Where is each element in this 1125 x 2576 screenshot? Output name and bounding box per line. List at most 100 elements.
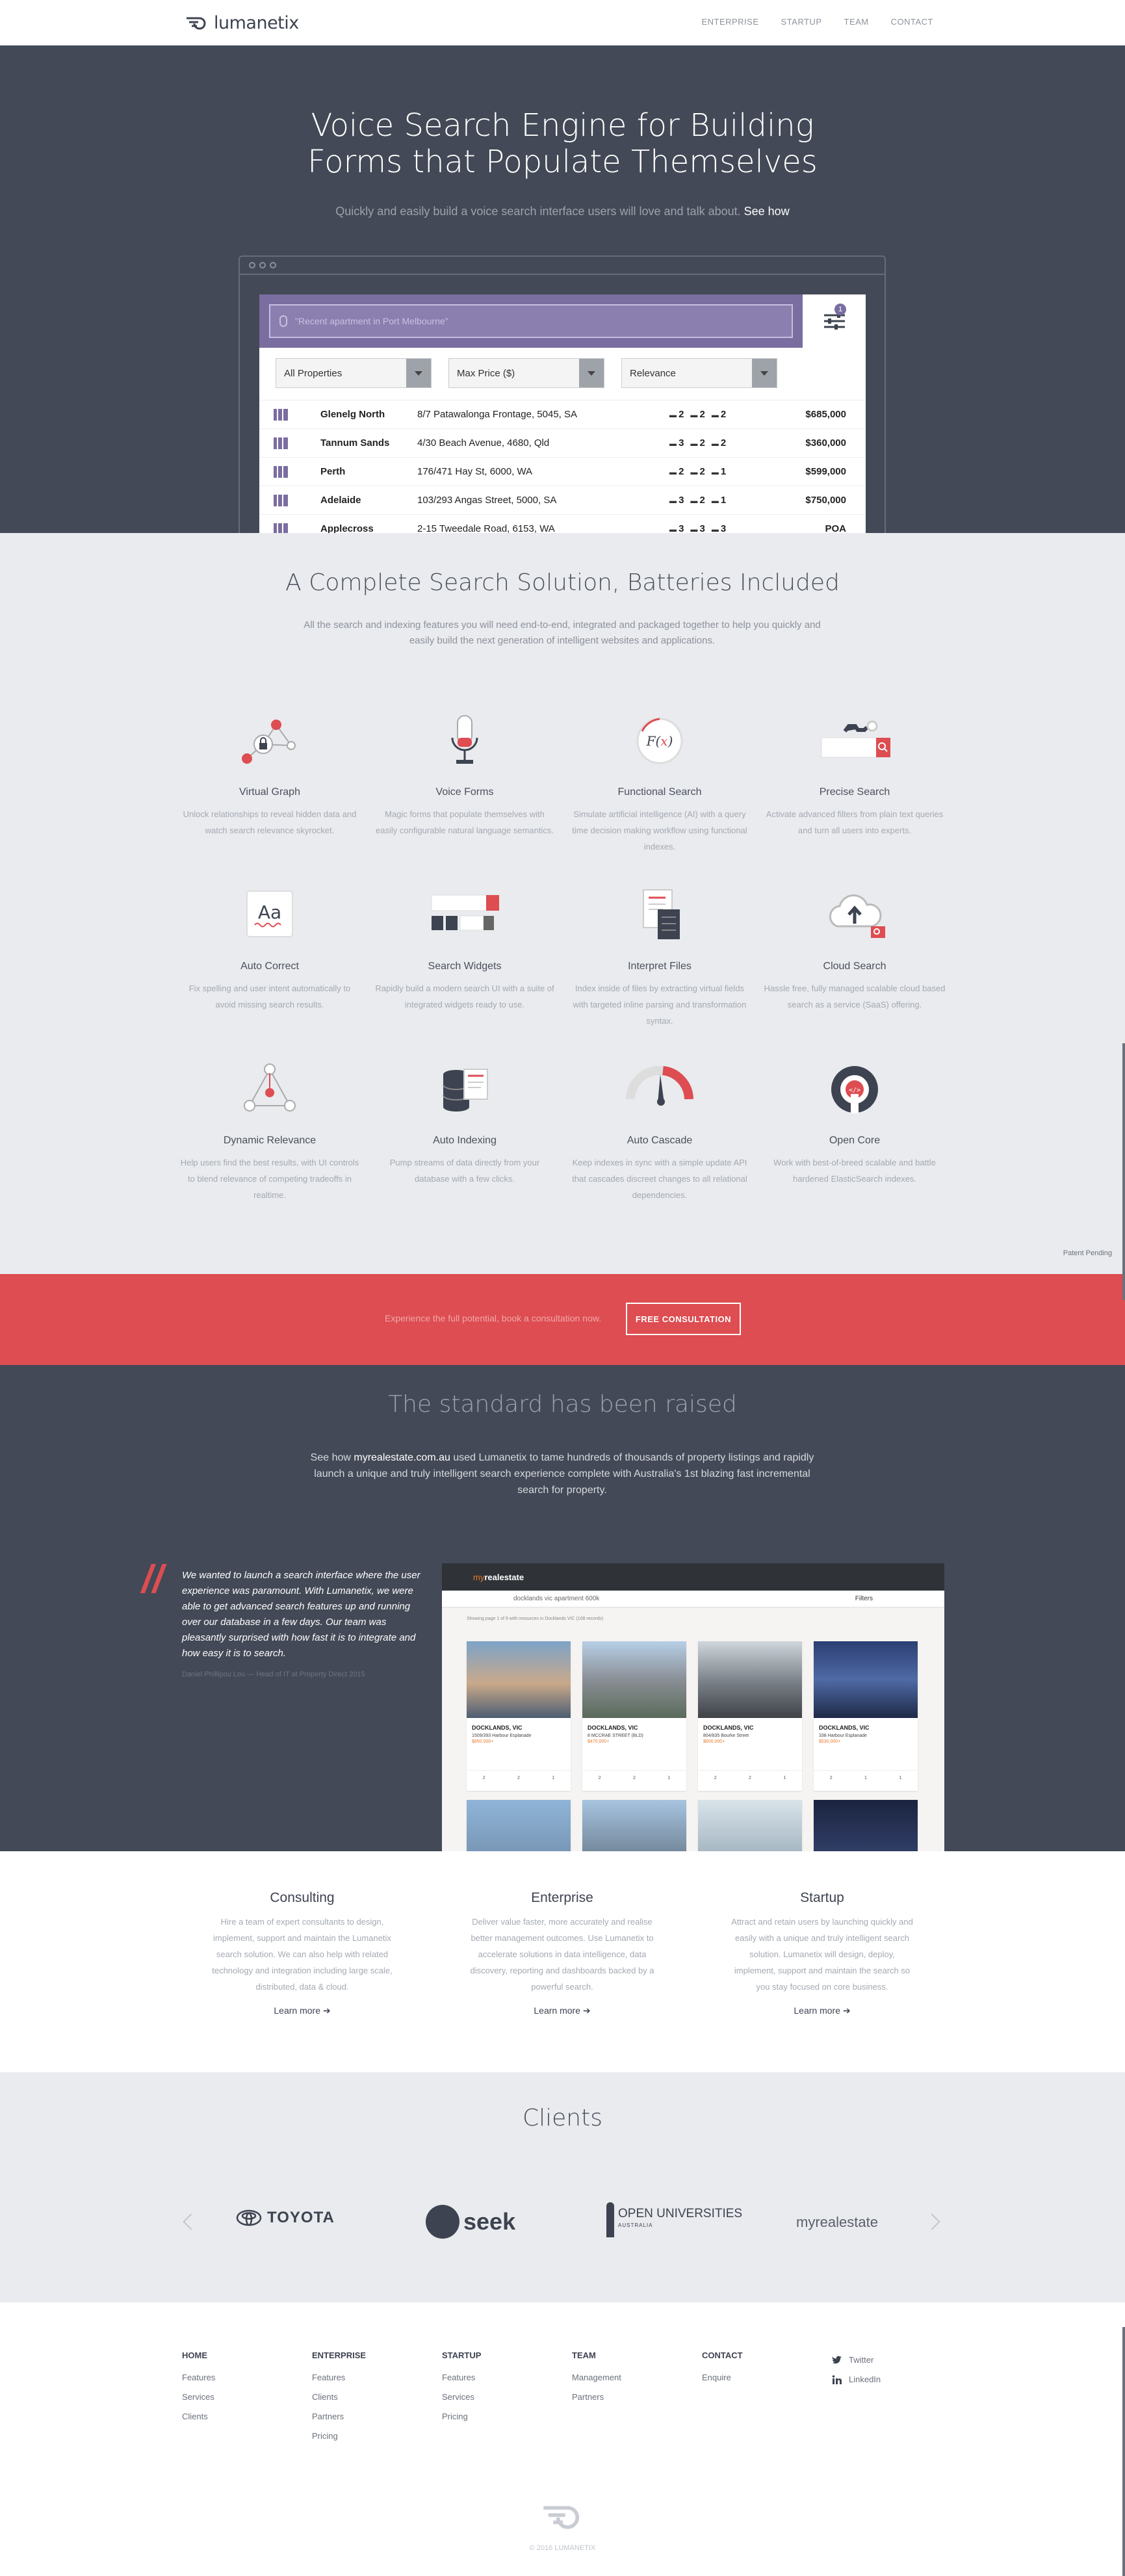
service-enterprise: Enterprise Deliver value faster, more ac… — [468, 1890, 656, 2016]
client-subname: AUSTRALIA — [618, 2222, 653, 2228]
footer-link[interactable]: Features — [312, 2368, 366, 2387]
svg-text:</>: </> — [849, 1087, 860, 1094]
listing-row[interactable]: Glenelg North 8/7 Patawalonga Frontage, … — [259, 400, 866, 428]
footer-link[interactable]: Clients — [182, 2407, 215, 2426]
case-study-description: See how myrealestate.com.au used Lumanet… — [302, 1450, 822, 1498]
voice-search-input[interactable]: "Recent apartment in Port Melbourne" — [269, 304, 793, 338]
listing-price: $750,000 — [805, 495, 846, 506]
shot-listing-card: DOCKLANDS, VIC 338 Harbour Esplanade $53… — [814, 1641, 918, 1791]
listing-row[interactable]: Applecross 2-15 Tweedale Road, 6153, WA … — [259, 514, 866, 533]
carousel-next-icon[interactable] — [924, 2213, 940, 2230]
shot-listing-card — [582, 1800, 686, 1851]
footer-link[interactable]: Partners — [312, 2407, 366, 2426]
footer-link[interactable]: Clients — [312, 2387, 366, 2407]
service-description: Hire a team of expert consultants to des… — [212, 1917, 393, 1992]
nav-link-startup[interactable]: STARTUP — [781, 17, 822, 27]
chevron-down-icon — [752, 359, 777, 387]
service-description: Deliver value faster, more accurately an… — [470, 1917, 654, 1992]
files-icon — [643, 889, 680, 939]
brand-logo[interactable]: lumanetix — [185, 13, 299, 33]
footer-link[interactable]: Partners — [572, 2387, 621, 2407]
hero-subtitle-text: Quickly and easily build a voice search … — [335, 205, 741, 218]
car-count: 1 — [783, 1776, 786, 1780]
building-icon — [274, 437, 288, 449]
scrollbar-thumb[interactable] — [1122, 1043, 1125, 1300]
building-icon — [274, 408, 288, 421]
filters-button[interactable]: 1 — [803, 294, 866, 348]
listing-row[interactable]: Tannum Sands 4/30 Beach Avenue, 4680, Ql… — [259, 428, 866, 457]
listing-row[interactable]: Perth 176/471 Hay St, 6000, WA 221 $599,… — [259, 457, 866, 486]
footer-link[interactable]: Services — [442, 2387, 481, 2407]
footer-col-enterprise: ENTERPRISE Features Clients Partners Pri… — [312, 2350, 366, 2446]
footer-col-heading[interactable]: CONTACT — [702, 2350, 743, 2360]
card-address: 338 Harbour Esplanade — [819, 1734, 867, 1738]
carousel-prev-icon[interactable] — [183, 2213, 200, 2230]
client-logo-seek: seek — [426, 2205, 515, 2239]
scrollbar-thumb[interactable] — [1122, 2327, 1125, 2576]
microphone-icon[interactable] — [279, 315, 287, 327]
feature-title: Open Core — [829, 1135, 881, 1146]
max-price-select[interactable]: Max Price ($) — [448, 358, 604, 388]
property-type-select[interactable]: All Properties — [276, 358, 432, 388]
myrealestate-link[interactable]: myrealestate.com.au — [354, 1452, 450, 1463]
listing-photo — [814, 1800, 918, 1851]
footer-link[interactable]: Features — [442, 2368, 481, 2387]
hero-section: Voice Search Engine for Building Forms t… — [0, 46, 1125, 533]
feature-interpret-files: Interpret Files Index inside of files by… — [569, 886, 751, 1029]
footer-col-heading[interactable]: HOME — [182, 2350, 215, 2360]
select-value: Relevance — [630, 367, 676, 379]
feature-description: Keep indexes in sync with a simple updat… — [572, 1158, 747, 1200]
footer-link[interactable]: Pricing — [312, 2426, 366, 2446]
filter-count-badge: 1 — [834, 304, 846, 315]
footer-link[interactable]: Features — [182, 2368, 215, 2387]
footer-link[interactable]: Enquire — [702, 2368, 743, 2387]
footer-link[interactable]: Pricing — [442, 2407, 481, 2426]
svg-text:F(x): F(x) — [646, 733, 673, 749]
card-title: DOCKLANDS, VIC — [703, 1724, 754, 1731]
listing-price: $599,000 — [805, 466, 846, 477]
free-consultation-button[interactable]: FREE CONSULTATION — [626, 1303, 741, 1335]
footer-logo-icon — [543, 2506, 580, 2529]
features-description: All the search and indexing features you… — [304, 619, 821, 646]
feature-description: Hassle free, fully managed scalable clou… — [764, 983, 946, 1009]
card-price: $530,000+ — [819, 1739, 841, 1744]
nav-link-team[interactable]: TEAM — [844, 17, 869, 27]
shot-query: docklands vic apartment 600k — [513, 1595, 600, 1602]
building-icon — [274, 494, 288, 506]
see-how-link[interactable]: See how — [744, 205, 790, 218]
nav-link-contact[interactable]: CONTACT — [891, 17, 933, 27]
car-count: 1 — [552, 1776, 555, 1780]
footer-col-heading[interactable]: STARTUP — [442, 2350, 481, 2360]
voice-search-bar: "Recent apartment in Port Melbourne" — [259, 294, 803, 348]
listing-photo — [698, 1641, 802, 1718]
learn-more-link[interactable]: Learn more ➔ — [728, 2005, 916, 2016]
listing-features: 333 — [669, 523, 726, 533]
footer-link[interactable]: Management — [572, 2368, 621, 2387]
learn-more-link[interactable]: Learn more ➔ — [468, 2005, 656, 2016]
feature-precise-search: Precise Search Activate advanced filters… — [764, 712, 946, 839]
car-count: 3 — [712, 523, 726, 533]
listing-row[interactable]: Adelaide 103/293 Angas Street, 5000, SA … — [259, 486, 866, 514]
building-icon — [274, 523, 288, 533]
features-section: A Complete Search Solution, Batteries In… — [0, 533, 1125, 1274]
footer-social: Twitter LinkedIn — [832, 2350, 881, 2389]
arrow-right-icon: ➔ — [842, 2005, 851, 2016]
card-features: 2 2 1 — [698, 1770, 802, 1786]
car-count: 1 — [667, 1776, 671, 1780]
learn-more-link[interactable]: Learn more ➔ — [208, 2005, 396, 2016]
nav-link-enterprise[interactable]: ENTERPRISE — [701, 17, 758, 27]
linkedin-link[interactable]: LinkedIn — [832, 2370, 881, 2389]
listing-table: Glenelg North 8/7 Patawalonga Frontage, … — [259, 400, 866, 533]
footer-col-heading[interactable]: TEAM — [572, 2350, 621, 2360]
bath-count: 2 — [690, 466, 705, 477]
select-value: Max Price ($) — [457, 367, 515, 379]
footer-link[interactable]: Services — [182, 2387, 215, 2407]
listing-photo — [467, 1641, 571, 1718]
twitter-link[interactable]: Twitter — [832, 2350, 881, 2370]
sort-select[interactable]: Relevance — [621, 358, 777, 388]
feature-description: Help users find the best results, with U… — [180, 1158, 359, 1200]
graph-icon — [242, 720, 296, 764]
nav-links: ENTERPRISE STARTUP TEAM CONTACT — [701, 17, 933, 27]
listing-address: 176/471 Hay St, 6000, WA — [417, 466, 533, 477]
footer-col-heading[interactable]: ENTERPRISE — [312, 2350, 366, 2360]
